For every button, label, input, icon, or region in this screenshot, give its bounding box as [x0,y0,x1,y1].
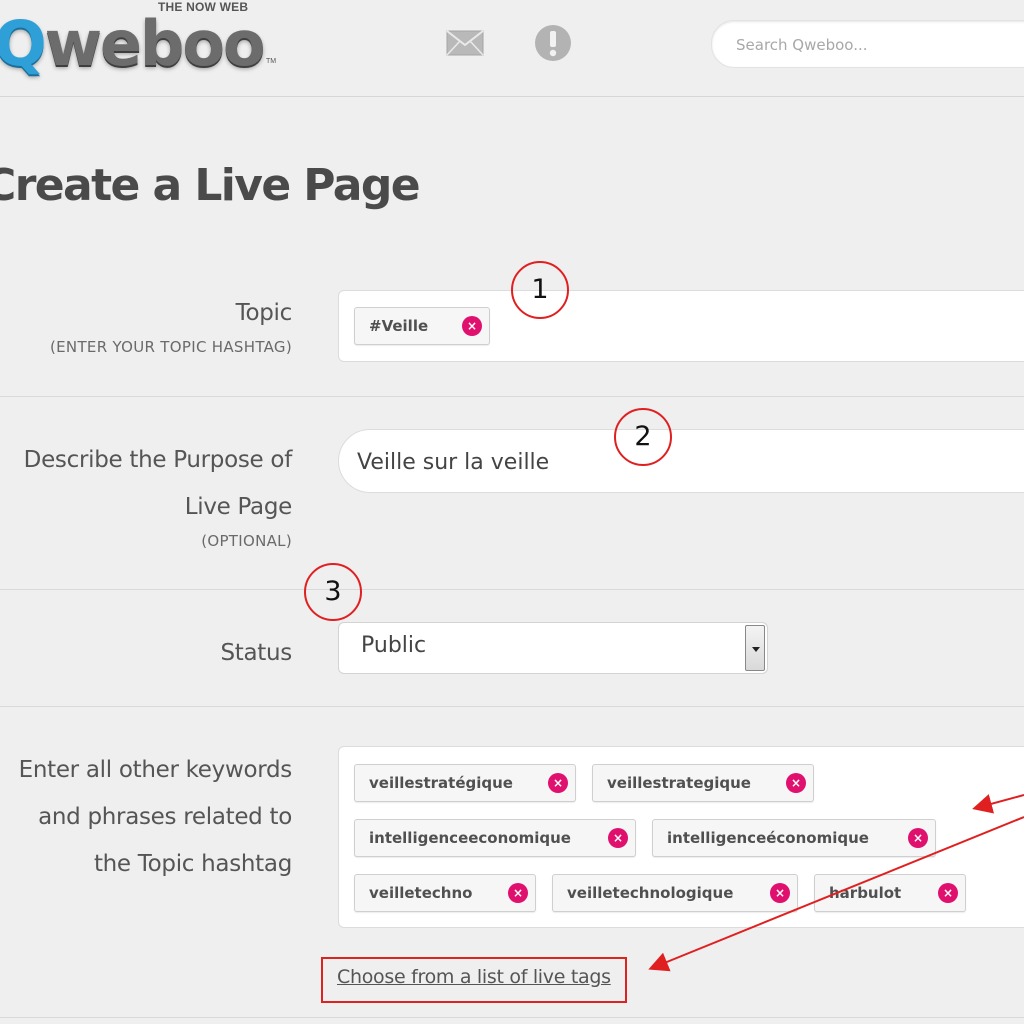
annotation-circle-1: 1 [511,261,569,319]
keyword-tag-label: veillestrategique [607,774,751,792]
page-title: Create a Live Page [0,160,421,211]
remove-tag-icon[interactable]: × [508,883,528,903]
search-box[interactable] [711,20,1024,68]
purpose-label: Describe the Purpose of Live Page (OPTIO… [23,437,293,551]
keywords-input[interactable]: veillestratégique × veillestrategique × … [338,746,1024,928]
chevron-down-icon[interactable] [745,625,765,671]
topic-tag: #Veille × [354,307,490,345]
keywords-label-line1: Enter all other keywords [18,757,293,783]
purpose-field[interactable] [338,429,1024,493]
keyword-tag-label: veilletechno [369,884,473,902]
logo-wordmark: Qweboo [0,7,266,80]
choose-live-tags-link[interactable]: Choose from a list of live tags [337,966,611,988]
remove-tag-icon[interactable]: × [462,316,482,336]
purpose-sublabel: (OPTIONAL) [201,532,292,550]
keyword-tag: harbulot × [814,874,966,912]
divider [0,706,1024,707]
remove-tag-icon[interactable]: × [938,883,958,903]
keywords-label-line3: the Topic hashtag [93,851,292,877]
keyword-tag-label: harbulot [829,884,902,902]
status-label-text: Status [220,640,293,666]
annotation-circle-2: 2 [614,408,672,466]
topic-label-text: Topic [235,300,293,326]
search-input[interactable] [734,33,1018,57]
divider [0,589,1024,590]
divider [0,1017,1024,1018]
purpose-label-line1: Describe the Purpose of [23,447,293,473]
keyword-tag-label: intelligenceéconomique [667,829,869,847]
topic-tag-label: #Veille [369,317,429,335]
keyword-tag: veillestratégique × [354,764,576,802]
remove-tag-icon[interactable]: × [770,883,790,903]
keyword-tag: intelligenceeconomique × [354,819,636,857]
qweboo-logo[interactable]: THE NOW WEB Qweboo TM [0,0,290,92]
keywords-label-line2: and phrases related to [38,804,292,830]
keyword-tag: veilletechnologique × [552,874,798,912]
keyword-tag: veilletechno × [354,874,536,912]
topic-sublabel: (ENTER YOUR TOPIC HASHTAG) [50,338,292,356]
status-selected-value: Public [361,633,427,658]
keyword-tag-label: intelligenceeconomique [369,829,571,847]
remove-tag-icon[interactable]: × [608,828,628,848]
keywords-label: Enter all other keywords and phrases rel… [18,747,293,888]
keyword-tag: veillestrategique × [592,764,814,802]
status-select[interactable]: Public [338,622,768,674]
remove-tag-icon[interactable]: × [548,773,568,793]
alert-icon[interactable] [534,24,572,66]
keyword-tag: intelligenceéconomique × [652,819,936,857]
annotation-circle-3: 3 [304,563,362,621]
choose-live-tags-highlight: Choose from a list of live tags [321,957,627,1003]
header: THE NOW WEB Qweboo TM [0,0,1024,97]
mail-icon[interactable] [446,30,484,60]
logo-trademark: TM [266,58,277,65]
remove-tag-icon[interactable]: × [786,773,806,793]
status-label: Status [221,630,293,677]
topic-label: Topic (ENTER YOUR TOPIC HASHTAG) [50,290,292,357]
remove-tag-icon[interactable]: × [908,828,928,848]
topic-input[interactable]: #Veille × [338,290,1024,362]
purpose-label-line2: Live Page [184,494,293,520]
divider [0,396,1024,397]
keyword-tag-label: veillestratégique [369,774,513,792]
keyword-tag-label: veilletechnologique [567,884,734,902]
